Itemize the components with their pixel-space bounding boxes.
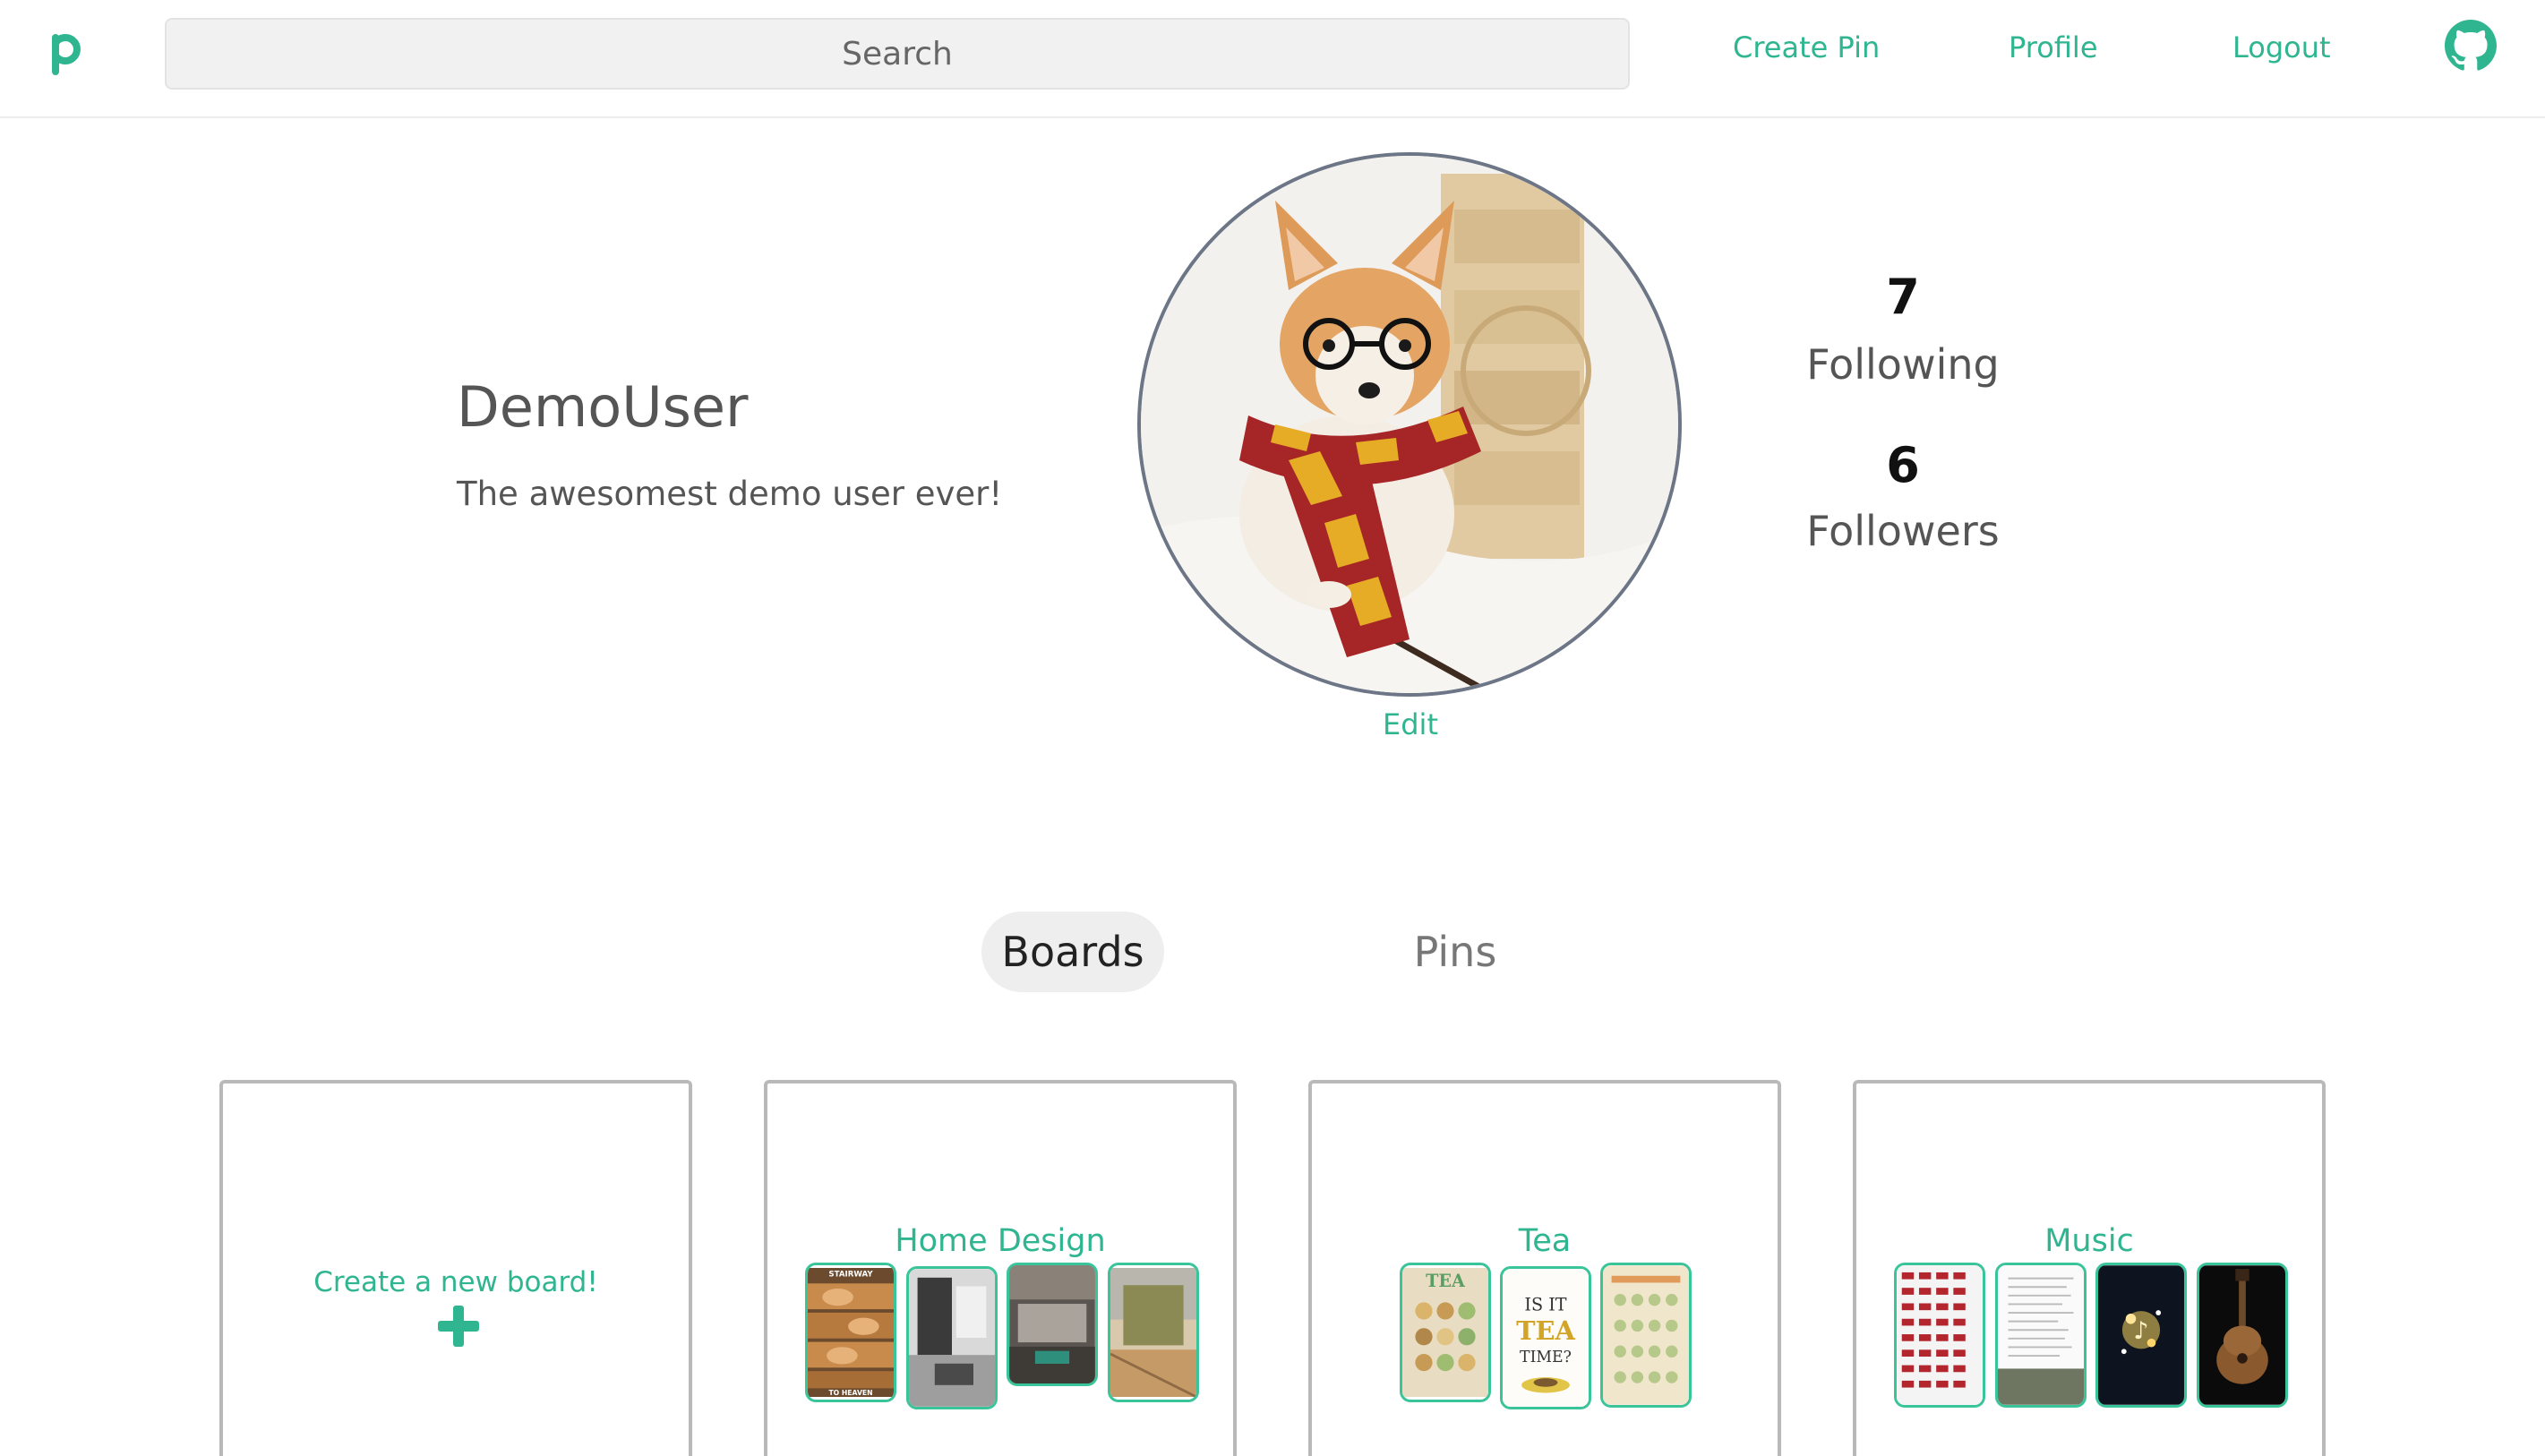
thumb-text: TO HEAVEN	[828, 1389, 872, 1397]
thumb-text: STAIRWAY	[828, 1271, 873, 1280]
stairway-dogs-image-icon: STAIRWAY TO HEAVEN	[808, 1268, 894, 1397]
profile-bio: The awesomest demo user ever!	[457, 475, 1003, 513]
thumb-text: TEA	[1426, 1271, 1466, 1291]
board-thumbnail	[1007, 1263, 1098, 1386]
plus-icon[interactable]	[438, 1306, 479, 1347]
board-thumbnail: IS IT TEA TIME?	[1500, 1266, 1591, 1409]
interior-image-icon	[909, 1269, 995, 1407]
board-title[interactable]: Music	[1856, 1223, 2322, 1259]
music-grid-image-icon	[1897, 1265, 1983, 1405]
board-thumbnail: STAIRWAY TO HEAVEN	[805, 1263, 896, 1402]
board-thumbnail: TEA	[1400, 1263, 1491, 1402]
logout-link[interactable]: Logout	[2232, 30, 2331, 64]
landscape-room-image-icon	[1110, 1268, 1196, 1399]
board-thumbnail	[1600, 1263, 1692, 1408]
profile-link[interactable]: Profile	[2009, 30, 2098, 64]
music-note-lights-image-icon: ♪	[2098, 1265, 2184, 1405]
board-card-tea[interactable]: Tea TEA IS IT TEA TIME?	[1308, 1080, 1781, 1456]
svg-text:♪: ♪	[2133, 1317, 2148, 1345]
logo-icon[interactable]	[47, 25, 91, 79]
tea-chart-image-icon: TEA	[1402, 1268, 1488, 1397]
following-label[interactable]: Following	[1769, 340, 2037, 389]
search-input[interactable]	[165, 18, 1630, 90]
board-thumbnail	[2197, 1263, 2288, 1408]
followers-label[interactable]: Followers	[1769, 507, 2037, 555]
music-list-image-icon	[1998, 1265, 2084, 1405]
create-board-label[interactable]: Create a new board!	[223, 1266, 689, 1298]
board-title[interactable]: Home Design	[767, 1223, 1233, 1259]
board-title[interactable]: Tea	[1312, 1223, 1778, 1259]
board-thumbnail	[1108, 1263, 1199, 1402]
edit-avatar-link[interactable]: Edit	[1343, 707, 1478, 741]
profile-username: DemoUser	[457, 374, 749, 440]
tea-time-image-icon: IS IT TEA TIME?	[1503, 1269, 1589, 1407]
guitar-image-icon	[2199, 1265, 2285, 1405]
tab-boards[interactable]: Boards	[981, 912, 1164, 992]
corgi-avatar-icon	[1141, 156, 1678, 693]
tea-infographic-image-icon	[1603, 1265, 1689, 1405]
board-thumbnail	[1995, 1263, 2087, 1408]
board-card-music[interactable]: Music ♪	[1853, 1080, 2326, 1456]
board-card-home-design[interactable]: Home Design STAIRWAY TO HEAVEN	[764, 1080, 1237, 1456]
create-board-card[interactable]: Create a new board!	[219, 1080, 692, 1456]
profile-avatar	[1137, 152, 1682, 697]
thumb-text: TIME?	[1520, 1349, 1572, 1366]
loft-image-icon	[1009, 1265, 1095, 1383]
following-count[interactable]: 7	[1769, 269, 2037, 325]
tab-pins[interactable]: Pins	[1370, 912, 1540, 992]
thumb-text: IS IT	[1524, 1294, 1566, 1315]
board-thumbnail	[906, 1266, 998, 1409]
followers-count[interactable]: 6	[1769, 437, 2037, 493]
thumb-text: TEA	[1516, 1315, 1575, 1346]
board-thumbnail	[1894, 1263, 1985, 1408]
board-thumbnail: ♪	[2095, 1263, 2187, 1408]
create-pin-link[interactable]: Create Pin	[1733, 30, 1880, 64]
top-navbar: Create Pin Profile Logout	[0, 0, 2545, 118]
github-icon[interactable]	[2445, 20, 2497, 72]
